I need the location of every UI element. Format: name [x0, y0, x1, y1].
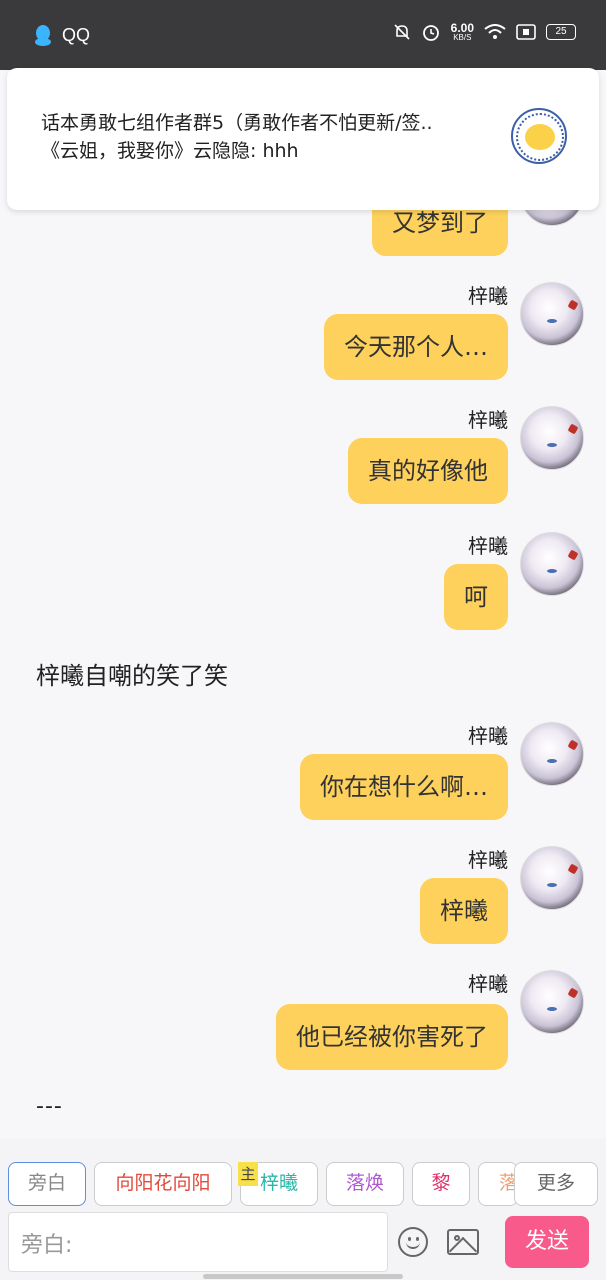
sender-name: 梓曦: [468, 284, 508, 308]
message-bubble[interactable]: 你在想什么啊…: [300, 754, 508, 820]
chat-area[interactable]: 又梦到了 梓曦 今天那个人… 梓曦 真的好像他 梓曦 呵 梓曦自嘲的笑了笑 梓曦…: [0, 70, 606, 1138]
network-speed: 6.00 KB/S: [450, 21, 474, 42]
alarm-icon: [422, 25, 439, 41]
avatar[interactable]: [520, 282, 584, 346]
sim-icon: [516, 24, 536, 40]
avatar[interactable]: [520, 532, 584, 596]
message-bubble[interactable]: 呵: [444, 564, 508, 630]
host-badge: 主: [238, 1162, 258, 1186]
qq-penguin-icon: [35, 25, 51, 46]
role-chip-luo[interactable]: 落: [478, 1162, 518, 1206]
role-chip-li[interactable]: 黎: [412, 1162, 470, 1206]
more-roles-button[interactable]: 更多: [514, 1162, 598, 1206]
separator-text: ---: [36, 1094, 63, 1119]
input-bar: 旁白: 发送: [0, 1210, 606, 1280]
wifi-icon: [484, 24, 506, 39]
send-button[interactable]: 发送: [505, 1216, 589, 1268]
narration-text: 梓曦自嘲的笑了笑: [36, 662, 228, 690]
sender-name: 梓曦: [468, 848, 508, 872]
sender-name: 梓曦: [468, 724, 508, 748]
message-bubble[interactable]: 他已经被你害死了: [276, 1004, 508, 1070]
sender-name: 梓曦: [468, 408, 508, 432]
message-bubble[interactable]: 今天那个人…: [324, 314, 508, 380]
group-avatar-icon: [511, 108, 567, 164]
app-name: QQ: [62, 24, 91, 45]
sender-name: 梓曦: [468, 534, 508, 558]
role-chip-narrator[interactable]: 旁白: [8, 1162, 86, 1206]
avatar[interactable]: [520, 722, 584, 786]
battery-indicator: 25: [546, 24, 576, 40]
image-icon[interactable]: [447, 1229, 479, 1255]
message-bubble[interactable]: 梓曦: [420, 878, 508, 944]
home-indicator[interactable]: [203, 1274, 403, 1279]
notification-title: 话本勇敢七组作者群5（勇敢作者不怕更新/签..: [41, 112, 433, 134]
message-bubble[interactable]: 真的好像他: [348, 438, 508, 504]
sender-name: 梓曦: [468, 972, 508, 996]
avatar[interactable]: [520, 846, 584, 910]
message-notification[interactable]: 话本勇敢七组作者群5（勇敢作者不怕更新/签.. 《云姐，我娶你》云隐隐: hhh: [7, 68, 599, 210]
emoji-icon[interactable]: [398, 1227, 428, 1257]
role-chip-xiangyanghua[interactable]: 向阳花向阳: [94, 1162, 232, 1206]
message-input[interactable]: 旁白:: [8, 1212, 388, 1272]
avatar[interactable]: [520, 970, 584, 1034]
mute-bell-icon: [394, 24, 410, 40]
status-bar: QQ 6.00 KB/S 25: [0, 0, 606, 70]
avatar[interactable]: [520, 406, 584, 470]
role-chip-luohuan[interactable]: 落焕: [326, 1162, 404, 1206]
notification-body: 《云姐，我娶你》云隐隐: hhh: [41, 140, 299, 162]
